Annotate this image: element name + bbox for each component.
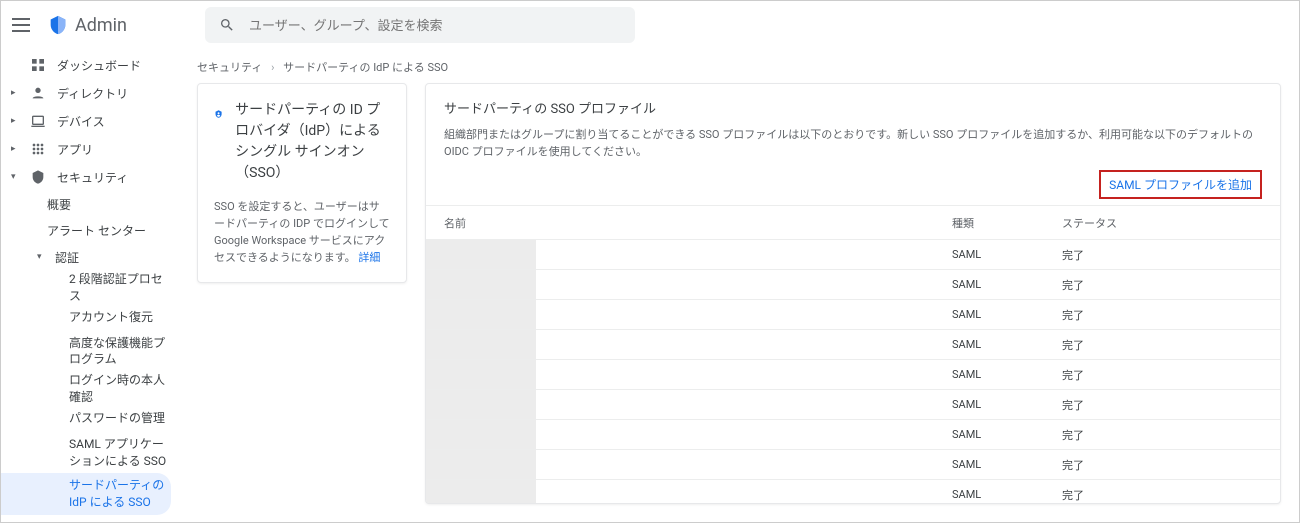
profile-status-cell: 完了 bbox=[1062, 367, 1262, 383]
profile-status-cell: 完了 bbox=[1062, 457, 1262, 473]
sidebar-auth-2sv[interactable]: 2 段階認証プロセス bbox=[1, 271, 177, 305]
profile-status-cell: 完了 bbox=[1062, 307, 1262, 323]
product-logo[interactable]: Admin bbox=[47, 14, 127, 36]
col-status: ステータス bbox=[1062, 215, 1262, 231]
add-saml-profile-button[interactable]: SAML プロファイルを追加 bbox=[1099, 170, 1262, 199]
profile-name-cell bbox=[426, 420, 536, 449]
sidebar-item-security[interactable]: ▾ セキュリティ bbox=[1, 163, 177, 191]
profile-status-cell: 完了 bbox=[1062, 397, 1262, 413]
main-menu-button[interactable] bbox=[9, 13, 33, 37]
sidebar-label: セキュリティ bbox=[57, 169, 128, 186]
sidebar-label: ディレクトリ bbox=[57, 85, 128, 102]
sidebar-sub-alert-center[interactable]: アラート センター bbox=[1, 217, 177, 243]
apps-icon bbox=[29, 140, 47, 158]
profile-type-cell: SAML bbox=[952, 278, 1062, 291]
profile-name-cell bbox=[426, 240, 536, 269]
profile-status-cell: 完了 bbox=[1062, 277, 1262, 293]
sidebar-label: デバイス bbox=[57, 113, 105, 130]
sidebar-auth-third-party-sso[interactable]: サードパーティの IdP による SSO bbox=[1, 473, 171, 515]
profiles-table: 名前 種類 ステータス SAML完了SAML完了SAML完了SAML完了SAML… bbox=[426, 205, 1280, 503]
profile-type-cell: SAML bbox=[952, 458, 1062, 471]
sidebar-label: アプリ bbox=[57, 141, 93, 158]
profile-name-cell bbox=[426, 390, 536, 419]
profile-type-cell: SAML bbox=[952, 338, 1062, 351]
search-input[interactable] bbox=[249, 18, 621, 33]
profile-name-cell bbox=[426, 270, 536, 299]
intro-description: SSO を設定すると、ユーザーはサードパーティの IDP でログインして Goo… bbox=[214, 198, 390, 266]
breadcrumb-item: サードパーティの IdP による SSO bbox=[283, 61, 448, 74]
sidebar-item-directory[interactable]: ▸ ディレクトリ bbox=[1, 79, 177, 107]
chevron-down-icon: ▾ bbox=[37, 252, 45, 262]
directory-icon bbox=[29, 84, 47, 102]
profile-name-cell bbox=[426, 450, 536, 479]
chevron-right-icon: ▸ bbox=[11, 88, 19, 98]
chevron-down-icon: ▾ bbox=[11, 172, 19, 182]
col-name: 名前 bbox=[444, 215, 952, 231]
table-row[interactable]: SAML完了 bbox=[426, 419, 1280, 449]
shield-user-icon bbox=[214, 100, 223, 128]
profile-type-cell: SAML bbox=[952, 368, 1062, 381]
sidebar-sub-access-data[interactable]: ▸ アクセスとデータ管理 bbox=[1, 515, 177, 522]
admin-logo-icon bbox=[47, 14, 69, 36]
content-area: セキュリティ › サードパーティの IdP による SSO サードパーティの I… bbox=[177, 49, 1299, 522]
breadcrumb-separator: › bbox=[271, 61, 274, 74]
profile-type-cell: SAML bbox=[952, 308, 1062, 321]
table-row[interactable]: SAML完了 bbox=[426, 449, 1280, 479]
profile-status-cell: 完了 bbox=[1062, 247, 1262, 263]
profile-name-cell bbox=[426, 480, 536, 503]
table-row[interactable]: SAML完了 bbox=[426, 359, 1280, 389]
profile-name-cell bbox=[426, 300, 536, 329]
sidebar: ダッシュボード ▸ ディレクトリ ▸ デバイス ▸ アプリ ▾ セキュリティ bbox=[1, 49, 177, 522]
card-subtitle: 組織部門またはグループに割り当てることができる SSO プロファイルは以下のとお… bbox=[444, 127, 1262, 160]
breadcrumb: セキュリティ › サードパーティの IdP による SSO bbox=[177, 49, 1299, 83]
col-type: 種類 bbox=[952, 215, 1062, 231]
sidebar-auth-login-challenge[interactable]: ログイン時の本人確認 bbox=[1, 372, 177, 406]
sidebar-auth-saml-sso[interactable]: SAML アプリケーションによる SSO bbox=[1, 432, 177, 474]
profile-type-cell: SAML bbox=[952, 488, 1062, 501]
security-icon bbox=[29, 168, 47, 186]
sidebar-label: アクセスとデータ管理 bbox=[55, 520, 174, 522]
sidebar-sub-auth[interactable]: ▾ 認証 bbox=[1, 243, 177, 271]
device-icon bbox=[29, 112, 47, 130]
profile-type-cell: SAML bbox=[952, 428, 1062, 441]
search-bar[interactable] bbox=[205, 7, 635, 43]
search-icon bbox=[219, 17, 235, 33]
sidebar-item-apps[interactable]: ▸ アプリ bbox=[1, 135, 177, 163]
table-row[interactable]: SAML完了 bbox=[426, 269, 1280, 299]
intro-title: サードパーティの ID プロバイダ（IdP）によるシングル サインオン（SSO） bbox=[235, 100, 390, 184]
sidebar-label: 認証 bbox=[55, 249, 79, 266]
chevron-right-icon: ▸ bbox=[11, 144, 19, 154]
sidebar-label: ダッシュボード bbox=[57, 57, 141, 74]
profile-type-cell: SAML bbox=[952, 398, 1062, 411]
sidebar-item-dashboard[interactable]: ダッシュボード bbox=[1, 51, 177, 79]
sidebar-sub-overview[interactable]: 概要 bbox=[1, 191, 177, 217]
sidebar-item-devices[interactable]: ▸ デバイス bbox=[1, 107, 177, 135]
intro-card: サードパーティの ID プロバイダ（IdP）によるシングル サインオン（SSO）… bbox=[197, 83, 407, 283]
profile-status-cell: 完了 bbox=[1062, 427, 1262, 443]
sidebar-auth-password[interactable]: パスワードの管理 bbox=[1, 406, 177, 432]
table-header: 名前 種類 ステータス bbox=[426, 205, 1280, 239]
profile-status-cell: 完了 bbox=[1062, 337, 1262, 353]
table-row[interactable]: SAML完了 bbox=[426, 329, 1280, 359]
table-row[interactable]: SAML完了 bbox=[426, 299, 1280, 329]
profile-status-cell: 完了 bbox=[1062, 487, 1262, 503]
breadcrumb-item[interactable]: セキュリティ bbox=[197, 61, 262, 74]
table-row[interactable]: SAML完了 bbox=[426, 389, 1280, 419]
profile-name-cell bbox=[426, 330, 536, 359]
table-row[interactable]: SAML完了 bbox=[426, 239, 1280, 269]
dashboard-icon bbox=[29, 56, 47, 74]
sso-profiles-card: サードパーティの SSO プロファイル 組織部門またはグループに割り当てることが… bbox=[425, 83, 1281, 504]
table-row[interactable]: SAML完了 bbox=[426, 479, 1280, 503]
topbar: Admin bbox=[1, 1, 1299, 49]
sidebar-auth-advanced-protection[interactable]: 高度な保護機能プログラム bbox=[1, 331, 177, 373]
card-title: サードパーティの SSO プロファイル bbox=[444, 98, 1262, 117]
profile-name-cell bbox=[426, 360, 536, 389]
product-name: Admin bbox=[75, 15, 127, 36]
profile-type-cell: SAML bbox=[952, 248, 1062, 261]
learn-more-link[interactable]: 詳細 bbox=[358, 251, 380, 264]
sidebar-auth-recovery[interactable]: アカウント復元 bbox=[1, 305, 177, 331]
chevron-right-icon: ▸ bbox=[11, 116, 19, 126]
